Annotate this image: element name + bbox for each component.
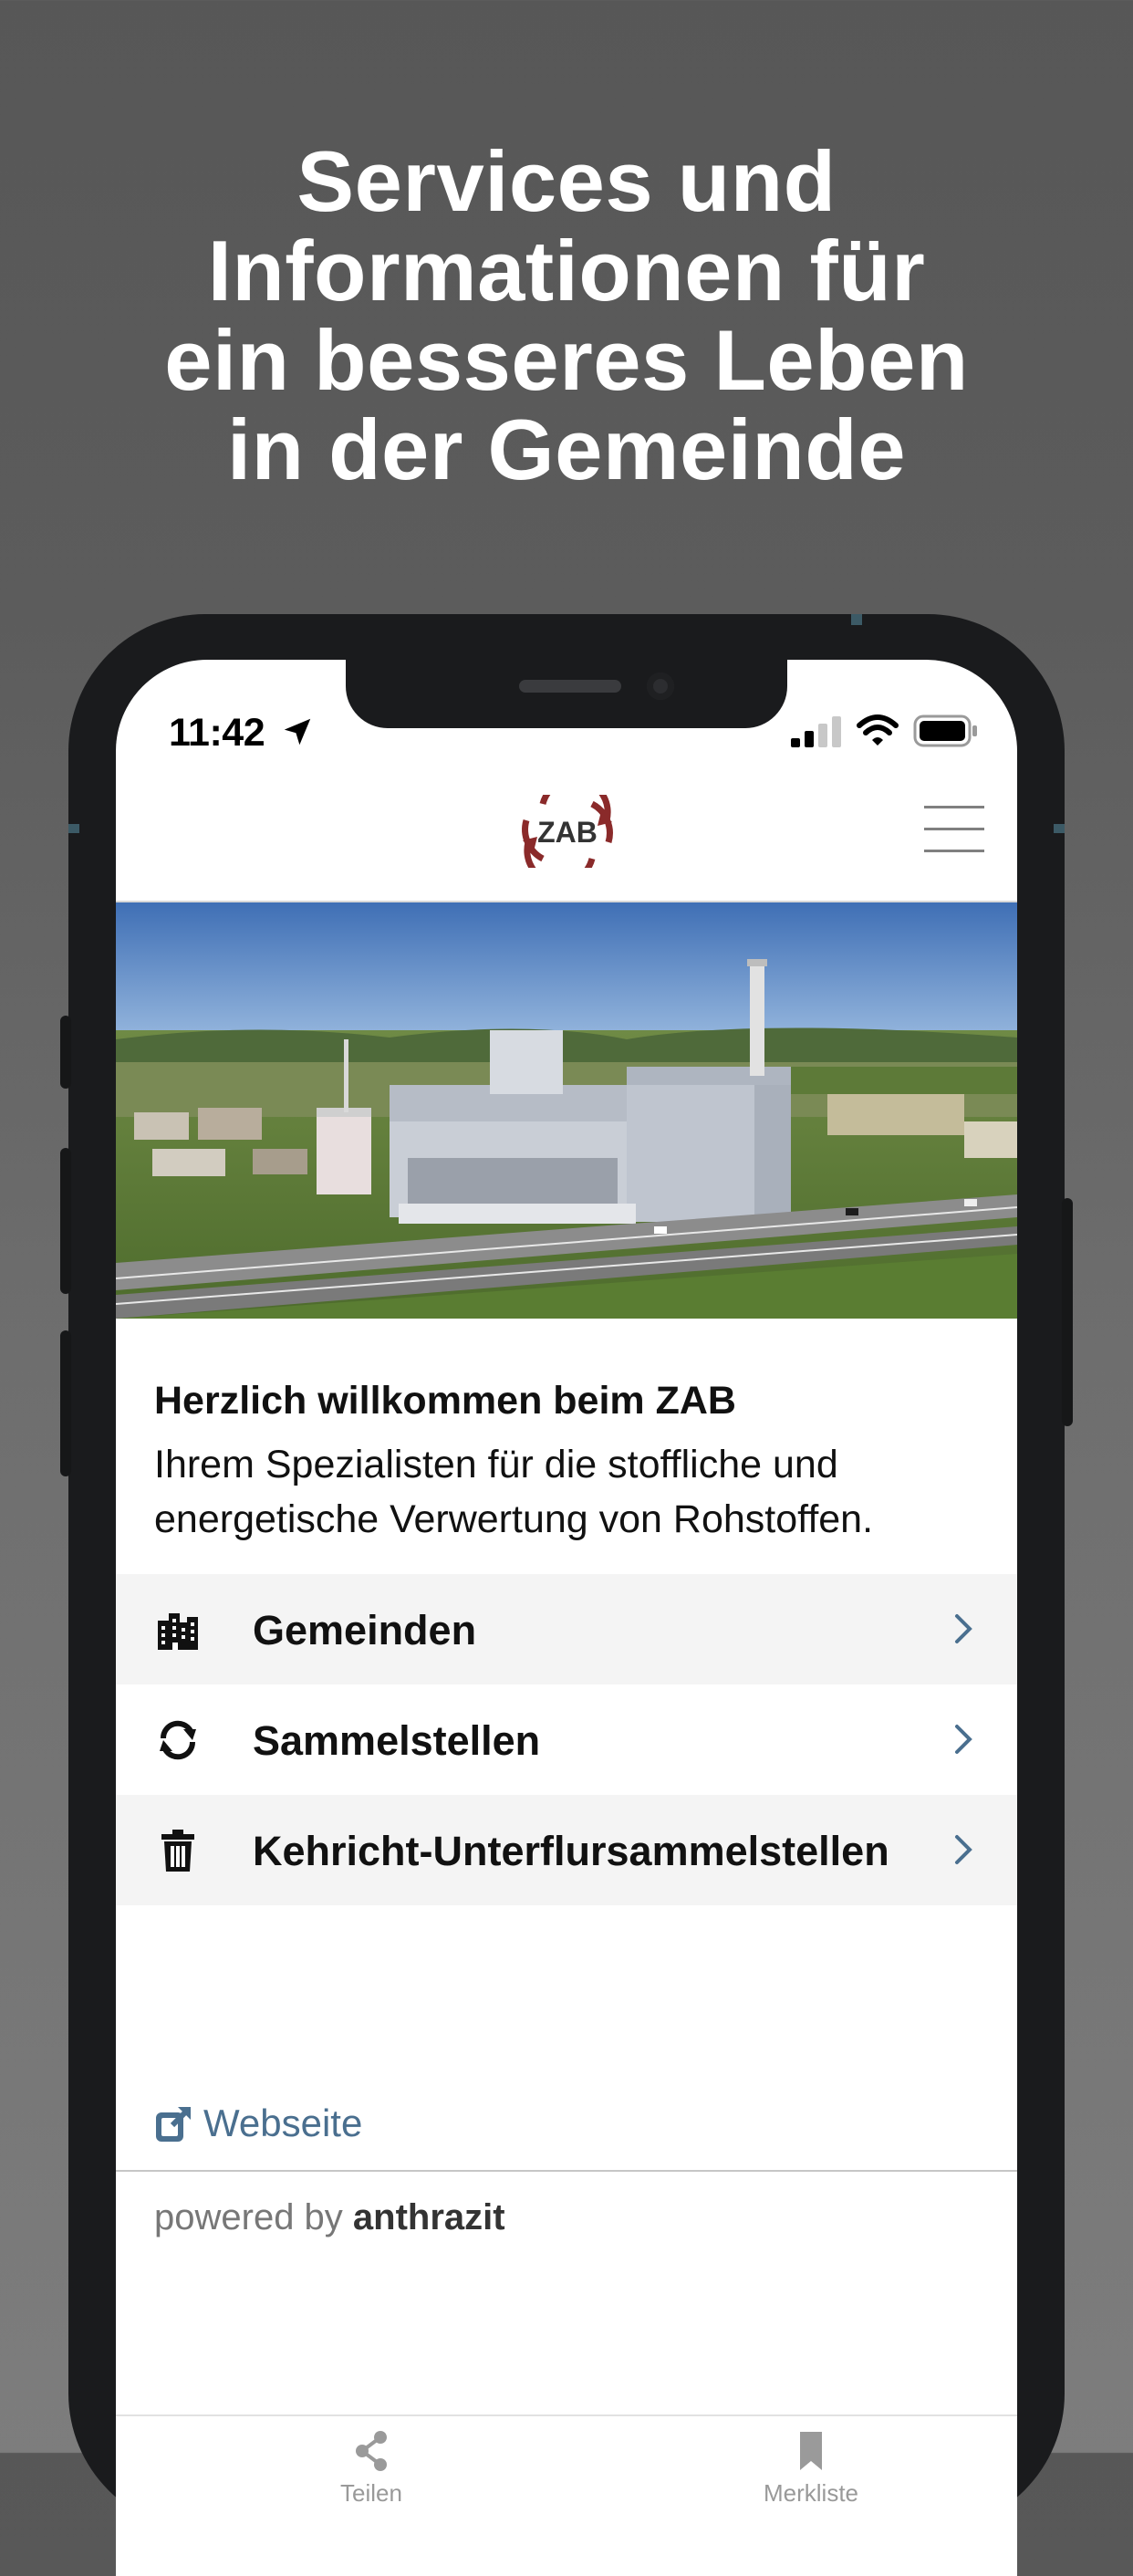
welcome-text: Ihrem Spezialisten für die stoffliche un… xyxy=(154,1443,874,1541)
buildings-icon xyxy=(158,1613,198,1650)
powered-by-brand: anthrazit xyxy=(352,2197,505,2237)
location-arrow-icon xyxy=(284,718,311,746)
headline-line-1: Services und xyxy=(296,133,837,229)
hero-image xyxy=(116,902,1017,1319)
tab-teilen[interactable]: Teilen xyxy=(280,2430,463,2508)
mute-switch xyxy=(60,1016,71,1089)
phone-frame: 11:42 ZAB Herzlich willkommen beim ZAB I… xyxy=(60,614,1073,2576)
list-item-label: Gemeinden xyxy=(253,1607,477,1653)
notch xyxy=(346,660,787,728)
volume-down-button xyxy=(60,1330,71,1476)
wifi-icon xyxy=(857,714,899,746)
recycle-arrows-icon xyxy=(160,1720,196,1760)
list-item-label: Kehricht-Unterflursammelstellen xyxy=(253,1828,889,1874)
headline-line-3: ein besseres Leben xyxy=(164,312,969,408)
speaker xyxy=(519,680,621,693)
antenna-line xyxy=(68,824,79,833)
chevron-right-icon xyxy=(955,1835,972,1864)
tab-label: Merkliste xyxy=(763,2479,858,2507)
battery-icon xyxy=(913,714,977,747)
trash-icon xyxy=(161,1830,194,1872)
antenna-line xyxy=(1054,824,1065,833)
tab-label: Teilen xyxy=(340,2479,402,2507)
zab-logo[interactable]: ZAB xyxy=(506,795,629,868)
antenna-line xyxy=(851,614,862,625)
hamburger-menu-icon[interactable] xyxy=(922,798,986,862)
phone-screen: 11:42 ZAB Herzlich willkommen beim ZAB I… xyxy=(116,660,1017,2576)
tab-bar-divider xyxy=(116,2414,1017,2416)
divider xyxy=(116,2170,1017,2172)
logo-text: ZAB xyxy=(537,816,598,849)
list-item-label: Sammelstellen xyxy=(253,1717,541,1764)
welcome-title: Herzlich willkommen beim ZAB xyxy=(154,1379,736,1423)
signal-icon xyxy=(791,716,841,747)
chevron-right-icon xyxy=(955,1614,972,1643)
bookmark-icon xyxy=(800,2432,822,2470)
website-link-label: Webseite xyxy=(203,2101,363,2144)
headline-line-2: Informationen für xyxy=(207,223,926,318)
status-time: 11:42 xyxy=(169,711,265,755)
list-item-kehricht[interactable]: Kehricht-Unterflursammelstellen xyxy=(116,1795,1017,1905)
app-header: ZAB xyxy=(116,762,1017,902)
side-button xyxy=(1062,1198,1073,1426)
list-item-gemeinden[interactable]: Gemeinden xyxy=(116,1574,1017,1684)
powered-by[interactable]: powered by anthrazit xyxy=(154,2197,505,2238)
tab-merkliste[interactable]: Merkliste xyxy=(720,2430,902,2508)
volume-up-button xyxy=(60,1148,71,1294)
front-camera xyxy=(647,673,674,700)
external-link-icon xyxy=(156,2106,192,2142)
headline-line-4: in der Gemeinde xyxy=(226,402,907,497)
list-item-sammelstellen[interactable]: Sammelstellen xyxy=(116,1684,1017,1795)
chevron-right-icon xyxy=(955,1725,972,1754)
menu-list: Gemeinden Sammelstellen Kehricht-Unterfl… xyxy=(116,1574,1017,1905)
share-icon xyxy=(356,2431,387,2471)
powered-by-prefix: powered by xyxy=(154,2197,343,2237)
headline: Services und Informationen für ein besse… xyxy=(0,137,1133,495)
